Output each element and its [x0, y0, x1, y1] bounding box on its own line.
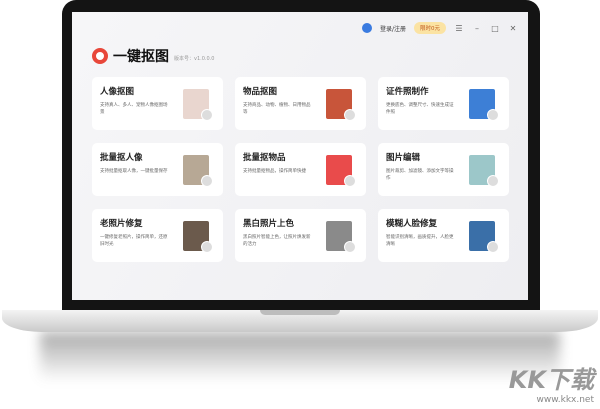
card-description: 支持商品、动物、植物、日用物品等 — [243, 103, 311, 115]
logo-icon — [92, 48, 108, 64]
feature-card[interactable]: 图片编辑 图片裁剪、加滤镜、添加文字等操作 — [378, 143, 509, 196]
watermark: KK下载 www.kkx.net — [509, 360, 594, 405]
card-description: 图片裁剪、加滤镜、添加文字等操作 — [386, 169, 454, 181]
feature-card[interactable]: 老照片修复 一键修复老照片，操作简单，还原旧时光 — [92, 209, 223, 262]
arrow-badge-icon — [344, 175, 356, 187]
feature-card[interactable]: 黑白照片上色 黑白照片智能上色，让照片焕发新的活力 — [235, 209, 366, 262]
feature-card[interactable]: 模糊人脸修复 智能识别清晰，画质提升，人脸更清晰 — [378, 209, 509, 262]
app-version: 版本号：v1.0.0.0 — [174, 56, 215, 62]
feature-card[interactable]: 物品抠图 支持商品、动物、植物、日用物品等 — [235, 77, 366, 130]
arrow-badge-icon — [487, 109, 499, 121]
arrow-badge-icon — [201, 241, 213, 253]
card-description: 智能识别清晰，画质提升，人脸更清晰 — [386, 235, 454, 247]
feature-card[interactable]: 人像抠图 支持真人、多人、宠物人像抠图场景 — [92, 77, 223, 130]
card-description: 支持批量抠取人像，一键批量保存 — [100, 169, 168, 174]
feature-card[interactable]: 证件照制作 更换底色、调整尺寸、快速生成证件照 — [378, 77, 509, 130]
card-description: 支持批量抠物品，操作简单快捷 — [243, 169, 306, 174]
arrow-badge-icon — [487, 241, 499, 253]
laptop-shadow — [40, 332, 560, 382]
minimize-icon[interactable]: – — [472, 24, 482, 33]
card-description: 支持真人、多人、宠物人像抠图场景 — [100, 103, 168, 115]
arrow-badge-icon — [201, 175, 213, 187]
maximize-icon[interactable]: □ — [490, 24, 500, 33]
watermark-url: www.kkx.net — [536, 395, 595, 405]
laptop-notch — [260, 310, 340, 315]
arrow-badge-icon — [487, 175, 499, 187]
arrow-badge-icon — [201, 109, 213, 121]
card-description: 更换底色、调整尺寸、快速生成证件照 — [386, 103, 454, 115]
arrow-badge-icon — [344, 241, 356, 253]
vip-button[interactable]: 限时0元 — [414, 22, 446, 34]
app-title: 一键抠图 — [113, 49, 169, 65]
arrow-badge-icon — [344, 109, 356, 121]
close-icon[interactable]: ✕ — [508, 24, 518, 33]
feature-card[interactable]: 批量抠人像 支持批量抠取人像，一键批量保存 — [92, 143, 223, 196]
card-description: 一键修复老照片，操作简单，还原旧时光 — [100, 235, 168, 247]
menu-icon[interactable]: ☰ — [454, 24, 464, 33]
user-avatar-icon[interactable] — [361, 23, 372, 33]
login-link[interactable]: 登录/注册 — [380, 24, 406, 33]
app-window: 登录/注册 限时0元 ☰ – □ ✕ 一键抠图 版本号：v1.0.0.0 人像抠… — [72, 12, 528, 300]
card-description: 黑白照片智能上色，让照片焕发新的活力 — [243, 235, 311, 247]
watermark-brand: KK下载 — [508, 366, 594, 394]
title-bar: 登录/注册 限时0元 ☰ – □ ✕ — [361, 22, 518, 34]
feature-card[interactable]: 批量抠物品 支持批量抠物品，操作简单快捷 — [235, 143, 366, 196]
app-logo: 一键抠图 版本号：v1.0.0.0 — [92, 46, 214, 66]
